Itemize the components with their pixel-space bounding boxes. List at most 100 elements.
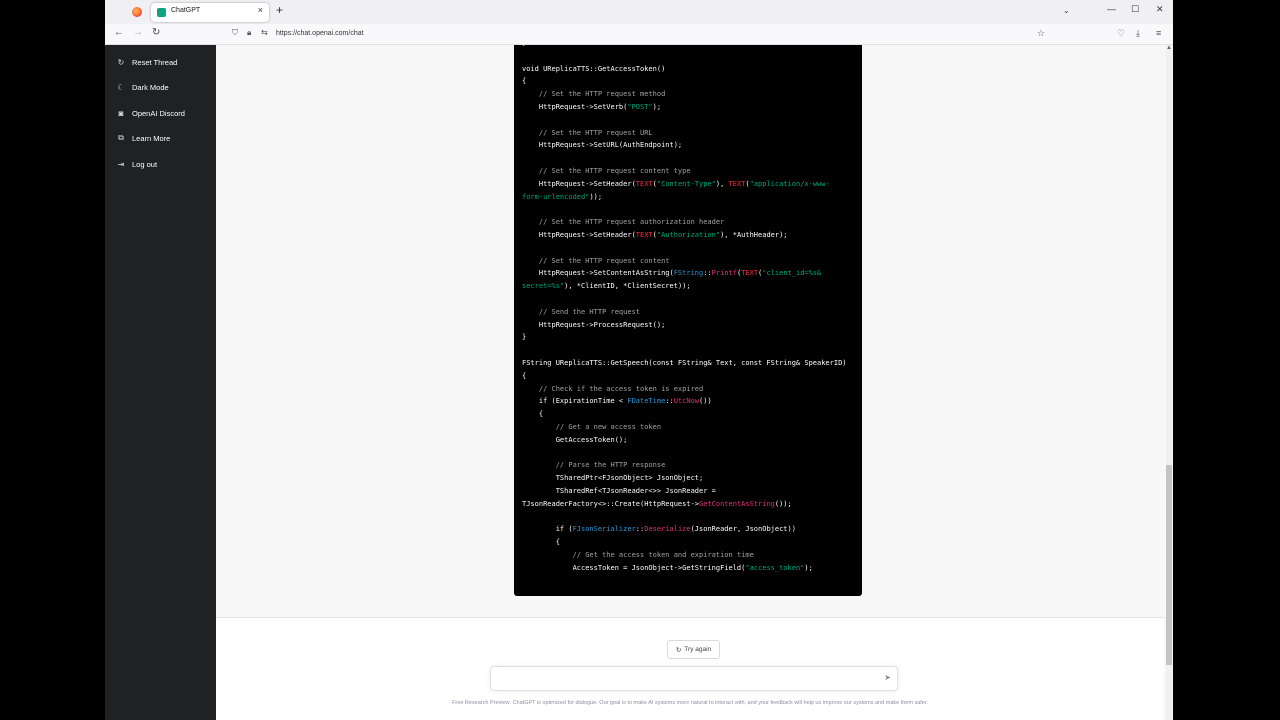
code-token: Deserialize bbox=[644, 525, 691, 534]
code-line: HttpRequest->SetURL(AuthEndpoint); bbox=[522, 139, 847, 152]
back-button[interactable]: ← bbox=[114, 28, 124, 38]
tab-strip: ChatGPT × + ⌄ — ☐ ✕ bbox=[105, 0, 1173, 24]
code-token: // Parse the HTTP response bbox=[555, 461, 666, 470]
firefox-view-icon[interactable] bbox=[132, 7, 142, 17]
code-token: } bbox=[522, 333, 527, 342]
code-line: TJsonReaderFactory<>::Create(HttpRequest… bbox=[522, 498, 847, 511]
minimize-button[interactable]: — bbox=[1107, 5, 1116, 14]
code-line: // Set the HTTP request authorization he… bbox=[522, 216, 847, 229]
downloads-icon[interactable]: ⤓ bbox=[1136, 29, 1140, 38]
forward-button[interactable]: → bbox=[133, 28, 143, 38]
code-token: { bbox=[522, 538, 560, 547]
close-window-button[interactable]: ✕ bbox=[1156, 5, 1164, 14]
code-token: ), *AuthHeader); bbox=[720, 230, 788, 239]
code-token: ), bbox=[715, 179, 729, 188]
code-token: "application/x-www- bbox=[749, 179, 830, 188]
bookmark-star-icon[interactable]: ☆ bbox=[1037, 29, 1045, 38]
code-token: form-urlencoded" bbox=[522, 192, 590, 201]
code-token: FString UReplicaTTS::GetSpeech(const FSt… bbox=[522, 358, 847, 367]
chat-main: }void UReplicaTTS::GetAccessToken(){ // … bbox=[216, 45, 1173, 720]
prompt-input[interactable] bbox=[499, 673, 869, 686]
code-token: TSharedPtr<FJsonObject> JsonObject; bbox=[522, 474, 704, 483]
code-line: form-urlencoded")); bbox=[522, 191, 847, 204]
code-token: if ( bbox=[522, 525, 573, 534]
sidebar-item-reset-thread[interactable]: ↻ Reset Thread bbox=[115, 55, 211, 69]
code-token: if (ExpirationTime < bbox=[522, 397, 628, 406]
scroll-up-icon[interactable]: ▲ bbox=[1166, 45, 1172, 51]
code-line: { bbox=[522, 408, 847, 421]
permissions-icon[interactable]: ⇆ bbox=[261, 29, 268, 37]
code-line: TSharedRef<TJsonReader<>> JsonReader = bbox=[522, 485, 847, 498]
sidebar-item-learn-more[interactable]: ⧉ Learn More bbox=[115, 131, 211, 145]
code-token: ()); bbox=[774, 499, 792, 508]
tab-chatgpt[interactable]: ChatGPT × bbox=[151, 3, 269, 22]
reload-button[interactable]: ↻ bbox=[152, 28, 160, 38]
sidebar-item-dark-mode[interactable]: ☾ Dark Mode bbox=[115, 80, 211, 94]
code-token: HttpRequest->SetContentAsString( bbox=[522, 269, 674, 278]
refresh-icon: ↻ bbox=[675, 646, 682, 654]
sidebar-item-label: Learn More bbox=[132, 133, 171, 143]
scrollbar[interactable]: ▲ bbox=[1166, 45, 1172, 720]
maximize-button[interactable]: ☐ bbox=[1131, 5, 1139, 14]
code-token: HttpRequest->ProcessRequest(); bbox=[522, 320, 666, 329]
tab-close-icon[interactable]: × bbox=[258, 6, 263, 15]
code-token: } bbox=[522, 45, 526, 47]
code-token: (JsonReader, JsonObject)) bbox=[690, 525, 796, 534]
code-token: :: bbox=[635, 525, 645, 534]
scrollbar-thumb[interactable] bbox=[1166, 465, 1172, 665]
code-token: ); bbox=[652, 102, 662, 111]
code-token: Printf bbox=[711, 269, 737, 278]
url-bar[interactable]: https://chat.openai.com/chat bbox=[276, 30, 364, 37]
send-icon[interactable]: ➤ bbox=[884, 674, 891, 682]
code-token: HttpRequest->SetHeader( bbox=[522, 179, 636, 188]
new-tab-button[interactable]: + bbox=[276, 4, 283, 16]
code-token: TEXT bbox=[635, 179, 653, 188]
pocket-icon[interactable]: ♡ bbox=[1117, 29, 1125, 38]
code-line: { bbox=[522, 536, 847, 549]
sidebar-item-label: Log out bbox=[132, 159, 158, 169]
code-text: }void UReplicaTTS::GetAccessToken(){ // … bbox=[522, 45, 847, 574]
code-line: HttpRequest->SetVerb("POST"); bbox=[522, 101, 847, 114]
chatgpt-favicon-icon bbox=[157, 8, 166, 17]
code-line: { bbox=[522, 370, 847, 383]
sidebar-item-log-out[interactable]: ⇥ Log out bbox=[115, 157, 211, 171]
code-token: FDateTime bbox=[627, 397, 666, 406]
code-line: secret=%s"), *ClientID, *ClientSecret)); bbox=[522, 280, 847, 293]
code-token: // Get the access token and expiration t… bbox=[572, 550, 754, 559]
code-token: TJsonReaderFactory<>::Create(HttpRequest… bbox=[522, 499, 700, 508]
try-again-button[interactable]: ↻ Try again bbox=[667, 640, 720, 659]
try-again-label: Try again bbox=[684, 646, 712, 653]
code-token: HttpRequest->SetVerb( bbox=[522, 102, 628, 111]
code-token: FString bbox=[673, 269, 704, 278]
app-menu-icon[interactable]: ≡ bbox=[1156, 29, 1161, 38]
sidebar-item-openai-discord[interactable]: ◙ OpenAI Discord bbox=[115, 106, 211, 120]
code-line: HttpRequest->ProcessRequest(); bbox=[522, 319, 847, 332]
code-token: TSharedRef<TJsonReader<>> JsonReader = bbox=[522, 486, 716, 495]
moon-icon: ☾ bbox=[117, 82, 125, 92]
code-token: GetContentAsString bbox=[699, 499, 775, 508]
code-line: if (ExpirationTime < FDateTime::UtcNow()… bbox=[522, 395, 847, 408]
code-token: "access_token" bbox=[745, 563, 805, 572]
code-token: { bbox=[522, 410, 544, 419]
code-token: "client_id=%s& bbox=[762, 269, 822, 278]
prompt-box[interactable]: ➤ bbox=[490, 666, 898, 691]
lock-icon[interactable]: 🔒︎ bbox=[247, 29, 251, 37]
list-tabs-icon[interactable]: ⌄ bbox=[1063, 6, 1070, 15]
shield-icon[interactable]: ⛉ bbox=[232, 29, 238, 37]
code-line: // Get the access token and expiration t… bbox=[522, 549, 847, 562]
code-token: // Get a new access token bbox=[555, 422, 662, 431]
code-token: ()) bbox=[699, 397, 712, 406]
code-token: :: bbox=[665, 397, 674, 406]
